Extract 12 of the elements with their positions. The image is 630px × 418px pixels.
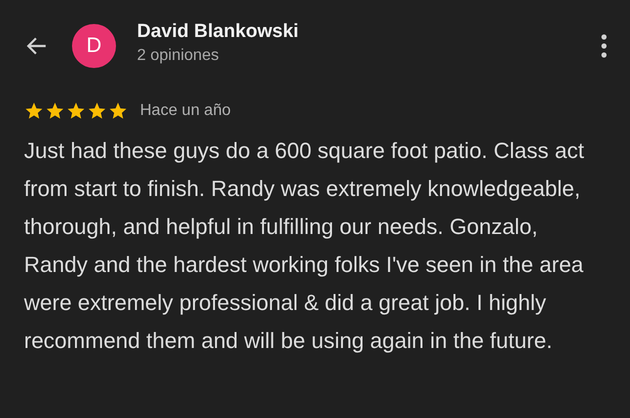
star-icon <box>87 101 107 121</box>
star-icon <box>45 101 65 121</box>
review-count: 2 opiniones <box>137 47 220 65</box>
star-icon <box>108 101 128 121</box>
review-text: Just had these guys do a 600 square foot patio. Class act from start to finish. Randy was extremely knowledgeable, thorough, and helpful in fulfilling our needs. Gonzalo, Randy and the hardest working folks I've seen in the area were extremely professional & did a great job. I highly recommend them and will be using again in the future. <box>24 137 586 355</box>
star-icon <box>66 101 86 121</box>
more-button[interactable] <box>600 33 608 59</box>
avatar: D <box>72 24 116 68</box>
star-icon <box>24 101 44 121</box>
review-time: Hace un año <box>140 102 231 120</box>
reviewer-name: David Blankowski <box>137 21 300 43</box>
more-icon <box>600 33 608 59</box>
